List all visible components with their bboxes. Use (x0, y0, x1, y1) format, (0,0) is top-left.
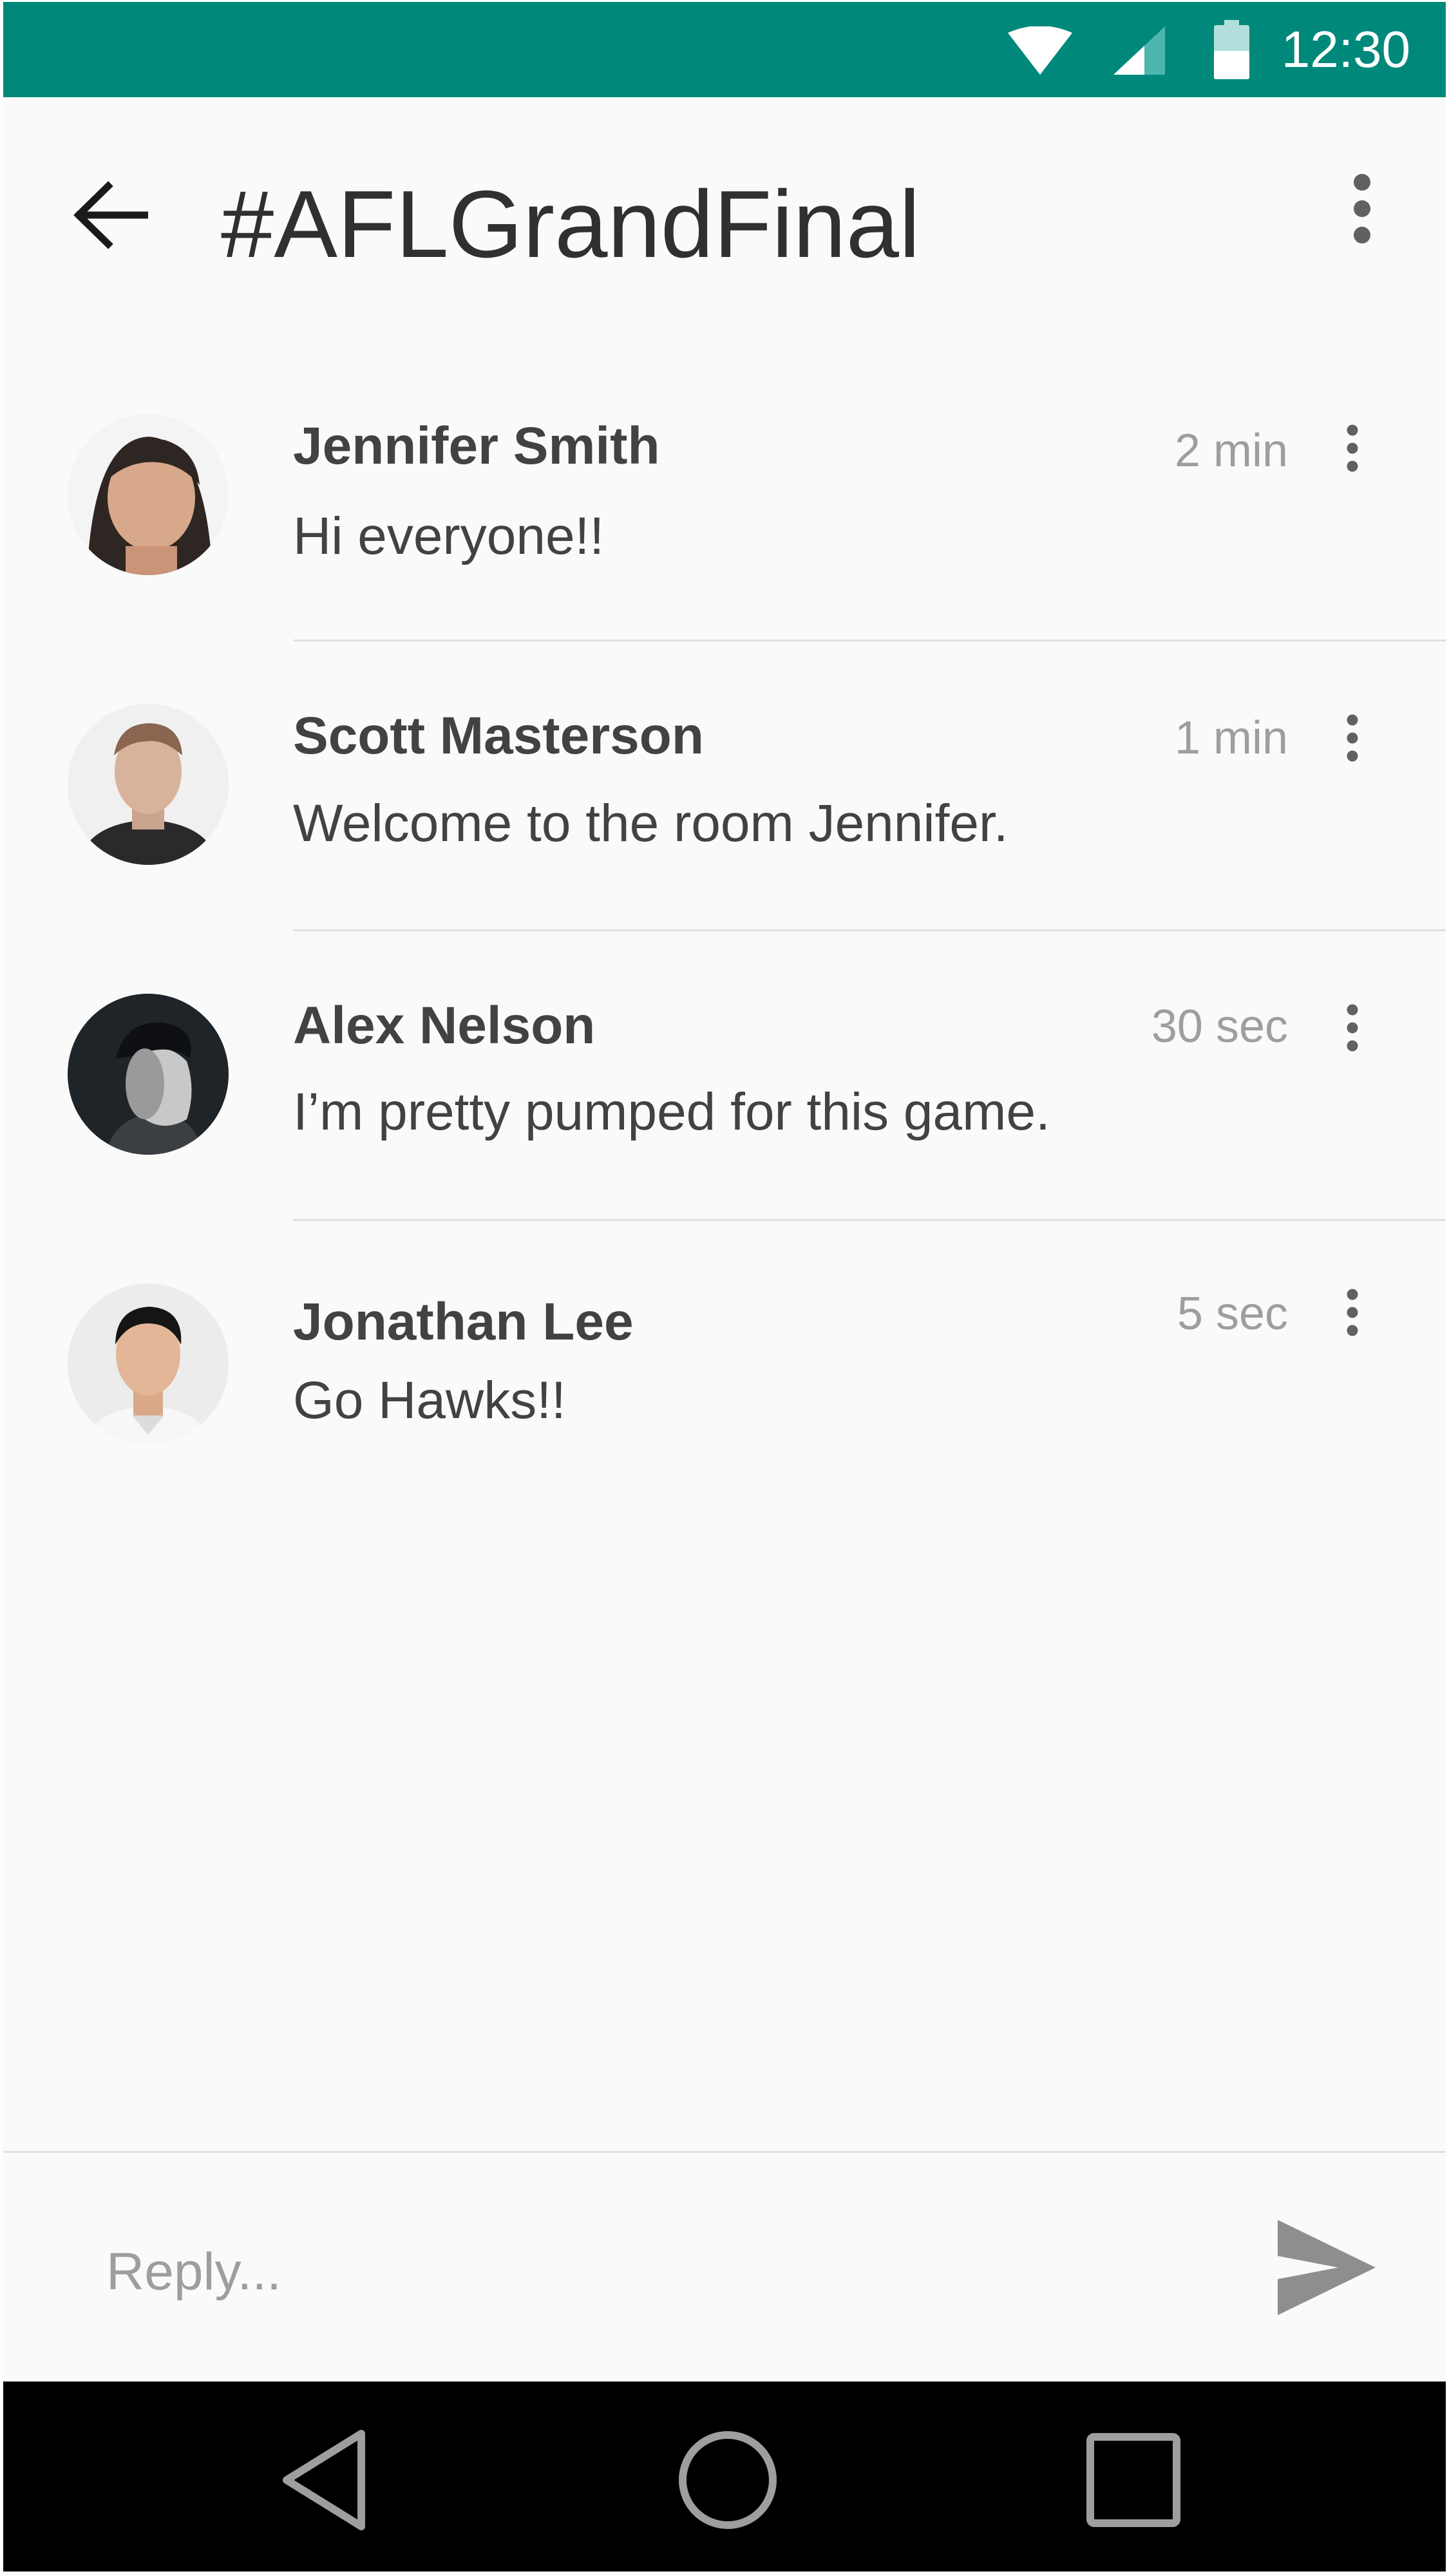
divider (293, 639, 1446, 641)
app-bar: #AFLGrandFinal (3, 97, 1446, 342)
message-time: 1 min (1174, 712, 1288, 764)
send-button[interactable] (1269, 2211, 1385, 2327)
recents-square-icon (1085, 2432, 1182, 2532)
back-triangle-icon (280, 2429, 370, 2535)
avatar[interactable] (68, 1283, 229, 1444)
message-time: 5 sec (1177, 1288, 1288, 1340)
message-overflow-button[interactable] (1323, 704, 1381, 775)
sender-name: Alex Nelson (293, 996, 596, 1055)
message-overflow-button[interactable] (1323, 1278, 1381, 1349)
nav-back-button[interactable] (261, 2423, 390, 2539)
overflow-menu-button[interactable] (1323, 168, 1401, 252)
message-overflow-button[interactable] (1323, 994, 1381, 1065)
status-time: 12:30 (1281, 21, 1410, 78)
message-item[interactable]: Jonathan Lee Go Hawks!! 5 sec (3, 1283, 1446, 1573)
message-text: I’m pretty pumped for this game. (293, 1083, 1050, 1141)
more-vert-icon (1346, 424, 1359, 475)
status-bar: 12:30 (3, 2, 1446, 97)
sender-name: Scott Masterson (293, 706, 704, 765)
more-vert-icon (1346, 714, 1359, 765)
battery-icon (1214, 20, 1249, 82)
sender-name: Jonathan Lee (293, 1293, 634, 1351)
message-text: Hi everyone!! (293, 507, 605, 565)
arrow-back-icon (71, 180, 149, 254)
message-item[interactable]: Scott Masterson Welcome to the room Jenn… (3, 704, 1446, 994)
message-text: Go Hawks!! (293, 1371, 566, 1430)
send-icon (1275, 2217, 1378, 2320)
avatar[interactable] (68, 414, 229, 575)
system-nav-bar (3, 2382, 1446, 2571)
reply-input[interactable] (106, 2233, 1201, 2311)
chat-screen: 12:30 #AFLGrandFinal Jennifer Smith Hi e… (3, 2, 1446, 2571)
more-vert-icon (1346, 1004, 1359, 1055)
home-circle-icon (676, 2429, 779, 2535)
message-time: 30 sec (1151, 1001, 1288, 1052)
cellular-signal-icon (1113, 26, 1165, 78)
sender-name: Jennifer Smith (293, 417, 660, 475)
divider (293, 1219, 1446, 1221)
more-vert-icon (1346, 1289, 1359, 1340)
avatar[interactable] (68, 994, 229, 1155)
message-time: 2 min (1174, 425, 1288, 477)
nav-recents-button[interactable] (1069, 2423, 1198, 2539)
nav-home-button[interactable] (663, 2423, 792, 2539)
message-overflow-button[interactable] (1323, 414, 1381, 485)
wifi-icon (1008, 26, 1072, 81)
divider (293, 929, 1446, 931)
message-item[interactable]: Alex Nelson I’m pretty pumped for this g… (3, 994, 1446, 1283)
page-title: #AFLGrandFinal (221, 171, 920, 278)
more-vert-icon (1352, 173, 1372, 247)
message-text: Welcome to the room Jennifer. (293, 794, 1009, 853)
back-button[interactable] (61, 168, 158, 265)
message-item[interactable]: Jennifer Smith Hi everyone!! 2 min (3, 414, 1446, 704)
reply-divider (3, 2151, 1446, 2153)
avatar[interactable] (68, 704, 229, 865)
